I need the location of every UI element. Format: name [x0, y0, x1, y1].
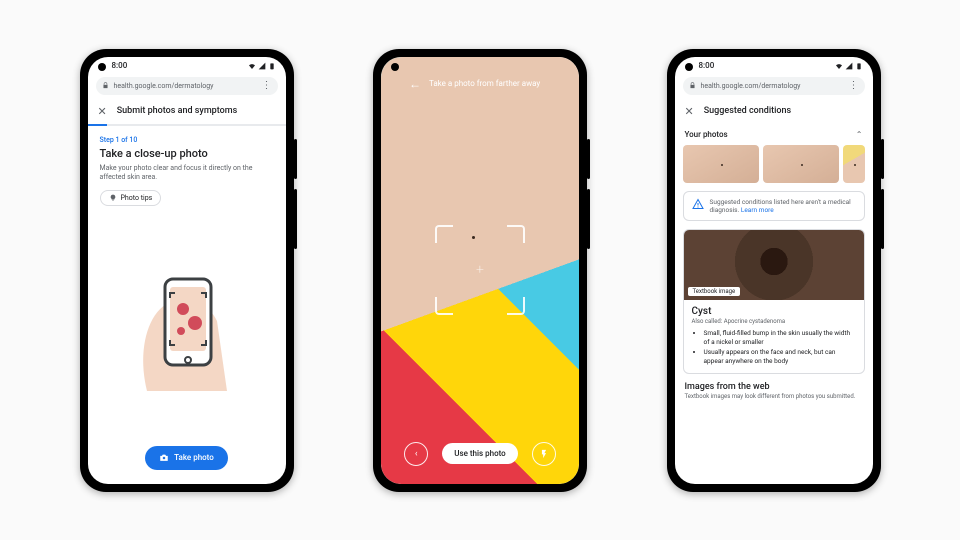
disclaimer-notice: Suggested conditions listed here aren't … [683, 191, 865, 222]
take-photo-button[interactable]: Take photo [145, 446, 228, 470]
camera-punch-hole [98, 63, 106, 71]
condition-bullets: Small, fluid-filled bump in the skin usu… [692, 329, 856, 365]
thumbnail[interactable] [763, 145, 839, 183]
images-from-web-subtext: Textbook images may look different from … [675, 392, 873, 400]
phone-mockup-3: 8:00 health.google.com/dermatology ⋮ ✕ S… [667, 49, 881, 492]
status-bar: 8:00 [675, 57, 873, 75]
camera-icon [159, 453, 169, 463]
status-icons [248, 62, 276, 70]
learn-more-link[interactable]: Learn more [741, 206, 774, 214]
image-tag: Textbook image [688, 287, 741, 296]
step-label: Step 1 of 10 [100, 136, 274, 144]
url-text: health.google.com/dermatology [701, 82, 844, 90]
status-icons [835, 62, 863, 70]
bullet: Usually appears on the face and neck, bu… [704, 348, 856, 365]
kebab-menu-icon[interactable]: ⋮ [262, 81, 272, 91]
wifi-icon [248, 62, 256, 70]
your-photos-header[interactable]: Your photos ⌃ [675, 124, 873, 145]
disclaimer-text: Suggested conditions listed here aren't … [710, 198, 851, 214]
screen-1: 8:00 health.google.com/dermatology ⋮ ✕ S… [88, 57, 286, 484]
screen-3: 8:00 health.google.com/dermatology ⋮ ✕ S… [675, 57, 873, 484]
back-arrow-icon[interactable]: ← [409, 77, 421, 91]
phone-mockup-2: ← Take a photo from farther away + ‹ Use… [373, 49, 587, 492]
page-title-row: ✕ Submit photos and symptoms [88, 97, 286, 124]
url-bar[interactable]: health.google.com/dermatology ⋮ [96, 77, 278, 95]
your-photos-label: Your photos [685, 130, 728, 139]
step-heading: Take a close-up photo [100, 147, 274, 160]
focus-reticle: + [435, 225, 525, 315]
illustration [100, 206, 274, 446]
crosshair-icon: + [476, 262, 484, 278]
use-this-photo-button[interactable]: Use this photo [442, 443, 517, 464]
page-title-row: ✕ Suggested conditions [675, 97, 873, 124]
chip-label: Photo tips [121, 194, 153, 202]
thumbnail[interactable] [843, 145, 865, 183]
phone-mockup-1: 8:00 health.google.com/dermatology ⋮ ✕ S… [80, 49, 294, 492]
take-photo-label: Take photo [174, 453, 214, 462]
condition-aka: Also called: Apocrine cystadenoma [692, 318, 856, 325]
progress-bar [88, 124, 286, 126]
retake-button[interactable]: ‹ [404, 442, 428, 466]
chevron-up-icon: ⌃ [856, 130, 863, 139]
wifi-icon [835, 62, 843, 70]
condition-image: Textbook image [684, 230, 864, 300]
screen-2: ← Take a photo from farther away + ‹ Use… [381, 57, 579, 484]
url-bar[interactable]: health.google.com/dermatology ⋮ [683, 77, 865, 95]
page-title: Submit photos and symptoms [117, 106, 238, 116]
chevron-left-icon: ‹ [415, 449, 418, 459]
signal-icon [845, 62, 853, 70]
camera-bottom-bar: ‹ Use this photo [381, 442, 579, 466]
camera-punch-hole [391, 63, 399, 71]
status-bar: 8:00 [88, 57, 286, 75]
flash-button[interactable] [532, 442, 556, 466]
condition-card[interactable]: Textbook image Cyst Also called: Apocrin… [683, 229, 865, 374]
camera-viewfinder: ← Take a photo from farther away + ‹ Use… [381, 57, 579, 484]
flash-icon [539, 449, 549, 459]
photo-tips-chip[interactable]: Photo tips [100, 190, 162, 206]
photo-thumbnails [675, 145, 873, 183]
close-icon[interactable]: ✕ [98, 105, 107, 118]
status-time: 8:00 [699, 61, 715, 70]
bullet: Small, fluid-filled bump in the skin usu… [704, 329, 856, 346]
camera-hint-text: Take a photo from farther away [429, 79, 540, 88]
use-photo-label: Use this photo [454, 449, 505, 458]
page-title: Suggested conditions [704, 106, 791, 116]
kebab-menu-icon[interactable]: ⋮ [849, 81, 859, 91]
lock-icon [689, 82, 696, 89]
step-subtext: Make your photo clear and focus it direc… [100, 164, 274, 182]
hand-phone-illustration [127, 261, 247, 391]
warning-icon [692, 198, 704, 210]
condition-name: Cyst [692, 306, 856, 317]
camera-punch-hole [685, 63, 693, 71]
signal-icon [258, 62, 266, 70]
lock-icon [102, 82, 109, 89]
battery-icon [855, 62, 863, 70]
close-icon[interactable]: ✕ [685, 105, 694, 118]
url-text: health.google.com/dermatology [114, 82, 257, 90]
images-from-web-heading: Images from the web [675, 374, 873, 392]
status-time: 8:00 [112, 61, 128, 70]
thumbnail[interactable] [683, 145, 759, 183]
lightbulb-icon [109, 194, 117, 202]
camera-top-bar: ← Take a photo from farther away [381, 77, 579, 91]
battery-icon [268, 62, 276, 70]
